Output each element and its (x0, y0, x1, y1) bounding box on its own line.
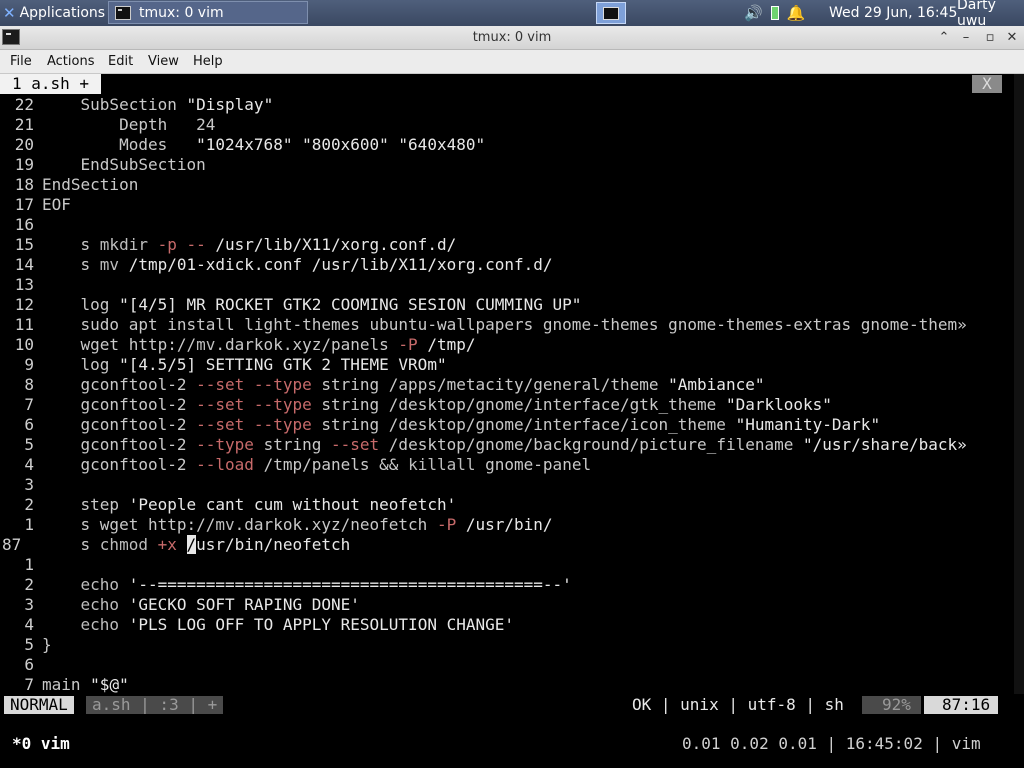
minimize-icon[interactable]: – (958, 26, 974, 49)
battery-icon[interactable] (770, 6, 779, 20)
line-number: 16 (14, 215, 34, 234)
line-text: gconftool-2 --load /tmp/panels && killal… (42, 455, 592, 474)
line-number: 4 (24, 615, 34, 634)
line-number: 2 (24, 575, 34, 594)
line-text: EndSection (42, 175, 139, 194)
line-number: 19 (14, 155, 34, 174)
menu-help[interactable]: Help (193, 50, 223, 73)
user-menu[interactable]: Darty uwu (957, 0, 1024, 29)
statusline-percent: 92% (862, 696, 921, 714)
maximize-icon[interactable]: ▫ (982, 26, 998, 49)
system-tray: 🔊 🔔 (744, 0, 805, 26)
line-number: 7 (24, 675, 34, 694)
xfce-logo-icon: ✕ (3, 4, 16, 22)
line-text: s wget http://mv.darkok.xyz/neofetch -P … (42, 515, 553, 534)
terminal-icon (115, 5, 131, 20)
line-number: 13 (14, 275, 34, 294)
notification-bell-icon[interactable]: 🔔 (787, 4, 806, 22)
vim-statusline: NORMAL a.sh | :3 | + OK | unix | utf-8 |… (0, 694, 1024, 716)
line-text: main "$@" (42, 675, 129, 694)
line-text: echo '--================================… (42, 575, 572, 594)
line-number: 2 (24, 495, 34, 514)
line-number: 6 (24, 415, 34, 434)
line-number: 1 (24, 515, 34, 534)
vim-bufferline: 1 a.sh + X (0, 74, 1024, 94)
line-number: 11 (14, 315, 34, 334)
line-text: Modes "1024x768" "800x600" "640x480" (42, 135, 486, 154)
line-text: EndSubSection (42, 155, 206, 174)
tmux-statusbar: *0 vim 0.01 0.02 0.01 | 16:45:02 | vim (0, 734, 1024, 754)
line-number: 87 (2, 535, 22, 554)
line-text: log "[4/5] MR ROCKET GTK2 COOMING SESION… (42, 295, 582, 314)
line-number: 9 (24, 355, 34, 374)
line-text: EOF (42, 195, 71, 214)
tmux-window-label[interactable]: *0 vim (12, 734, 70, 754)
line-text: s mv /tmp/01-xdick.conf /usr/lib/X11/xor… (42, 255, 553, 274)
volume-icon[interactable]: 🔊 (744, 4, 763, 22)
line-number: 21 (14, 115, 34, 134)
statusline-file-segment: a.sh | :3 | + (86, 696, 224, 714)
line-text: sudo apt install light-themes ubuntu-wal… (42, 315, 967, 334)
clock[interactable]: Wed 29 Jun, 16:45 (829, 0, 957, 26)
line-text: Depth 24 (42, 115, 216, 134)
menu-bar: File Actions Edit View Help (0, 50, 1024, 74)
line-text: wget http://mv.darkok.xyz/panels -P /tmp… (42, 335, 476, 354)
scrollbar[interactable] (1014, 74, 1024, 694)
line-number: 7 (24, 395, 34, 414)
line-number: 3 (24, 475, 34, 494)
line-text: gconftool-2 --set --type string /desktop… (42, 415, 881, 434)
tmux-status-right: 0.01 0.02 0.01 | 16:45:02 | vim (682, 734, 981, 753)
line-text: log "[4.5/5] SETTING GTK 2 THEME VROm" (42, 355, 447, 374)
line-text: s chmod +x /usr/bin/neofetch (42, 535, 351, 554)
menu-view[interactable]: View (148, 50, 179, 73)
line-number: 4 (24, 455, 34, 474)
line-text: echo 'GECKO SOFT RAPING DONE' (42, 595, 360, 614)
window-title: tmux: 0 vim (472, 30, 552, 45)
statusline-cursor-position: 87:16 (924, 696, 998, 714)
terminal-area[interactable]: 1 a.sh + X 22 SubSection "Display" 21 Dep… (0, 74, 1024, 768)
line-number: 5 (24, 435, 34, 454)
line-text: echo 'PLS LOG OFF TO APPLY RESOLUTION CH… (42, 615, 515, 634)
collapse-icon[interactable]: ⌃ (936, 26, 952, 49)
line-number: 1 (24, 555, 34, 574)
line-number: 6 (24, 655, 34, 674)
line-number: 15 (14, 235, 34, 254)
line-text: step 'People cant cum without neofetch' (42, 495, 457, 514)
menu-file[interactable]: File (10, 50, 32, 73)
window-titlebar[interactable]: tmux: 0 vim ⌃ – ▫ ✕ (0, 26, 1024, 50)
line-number: 18 (14, 175, 34, 194)
line-number: 14 (14, 255, 34, 274)
line-number: 20 (14, 135, 34, 154)
applications-menu[interactable]: ✕ Applications (0, 0, 105, 26)
line-text: SubSection "Display" (42, 95, 274, 114)
workspace-switcher[interactable] (596, 2, 626, 24)
line-text: s mkdir -p -- /usr/lib/X11/xorg.conf.d/ (42, 235, 457, 254)
top-panel: ✕ Applications tmux: 0 vim 🔊 🔔 Wed 29 Ju… (0, 0, 1024, 29)
line-number: 5 (24, 635, 34, 654)
close-window-icon[interactable]: ✕ (1004, 26, 1020, 49)
statusline-file-info: OK | unix | utf-8 | sh (632, 695, 844, 714)
applications-label: Applications (19, 5, 106, 21)
workspace-thumbnail-icon (603, 6, 619, 20)
buffer-tab[interactable]: 1 a.sh + (0, 74, 102, 94)
line-number: 12 (14, 295, 34, 314)
menu-edit[interactable]: Edit (108, 50, 133, 73)
mode-indicator: NORMAL (4, 696, 74, 714)
taskbar-button-tmux[interactable]: tmux: 0 vim (108, 1, 308, 24)
buffer-close-button[interactable]: X (972, 75, 1002, 93)
line-number: 8 (24, 375, 34, 394)
line-text: gconftool-2 --set --type string /apps/me… (42, 375, 765, 394)
line-text: } (42, 635, 52, 654)
line-number: 17 (14, 195, 34, 214)
line-number: 3 (24, 595, 34, 614)
line-text: gconftool-2 --type string --set /desktop… (42, 435, 967, 454)
line-text: gconftool-2 --set --type string /desktop… (42, 395, 832, 414)
line-number: 10 (14, 335, 34, 354)
line-number: 22 (14, 95, 34, 114)
text-cursor: / (186, 535, 197, 554)
taskbar-button-label: tmux: 0 vim (139, 4, 224, 21)
menu-actions[interactable]: Actions (47, 50, 95, 73)
